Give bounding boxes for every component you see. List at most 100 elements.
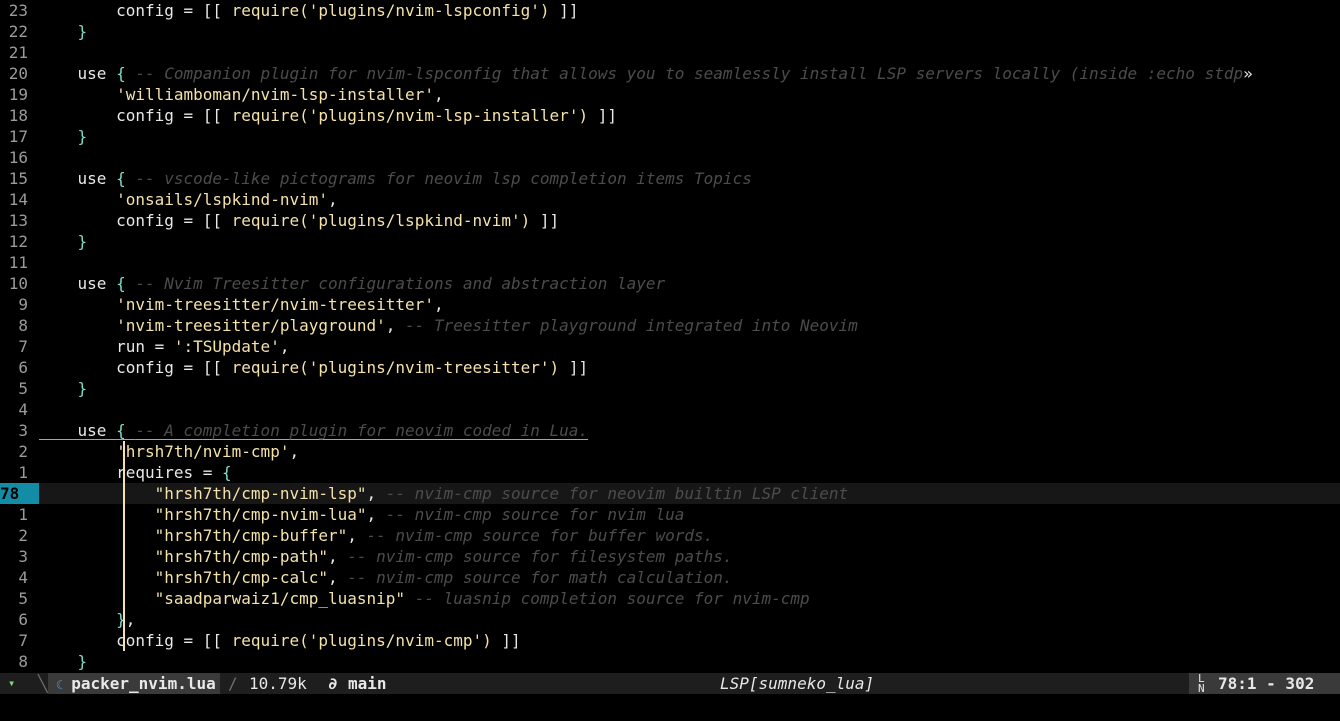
line-code: config = [[ require('plugins/nvim-lsp-in… <box>39 105 1340 126</box>
token-plain: config = [[ <box>39 358 232 377</box>
code-line[interactable]: 21 <box>0 42 1340 63</box>
line-code: "hrsh7th/cmp-nvim-lua", -- nvim-cmp sour… <box>39 504 1340 525</box>
code-line[interactable]: 8 } <box>0 651 1340 672</box>
token-str: "hrsh7th/cmp-buffer" <box>39 526 348 545</box>
code-line[interactable]: 23 config = [[ require('plugins/nvim-lsp… <box>0 0 1340 21</box>
code-line[interactable]: 2 "hrsh7th/cmp-buffer", -- nvim-cmp sour… <box>0 525 1340 546</box>
line-number: 78 <box>0 483 39 504</box>
code-line[interactable]: 4 "hrsh7th/cmp-calc", -- nvim-cmp source… <box>0 567 1340 588</box>
line-code: config = [[ require('plugins/nvim-lspcon… <box>39 0 1340 21</box>
lua-file-icon: ☾ <box>56 678 64 692</box>
token-plain: , <box>279 337 290 356</box>
token-plain: requires = <box>39 463 223 482</box>
cursor-line[interactable]: 78 "hrsh7th/cmp-nvim-lsp", -- nvim-cmp s… <box>0 483 1340 504</box>
token-plain: , <box>327 547 348 566</box>
code-line[interactable]: 2 'hrsh7th/nvim-cmp', <box>0 441 1340 462</box>
code-line[interactable]: 11 <box>0 252 1340 273</box>
token-comment: -- nvim-cmp source for nvim lua <box>385 505 685 524</box>
line-number: 3 <box>18 547 28 566</box>
line-number: 21 <box>8 43 28 62</box>
token-plain: , <box>327 568 348 587</box>
code-line[interactable]: 15 use { -- vscode-like pictograms for n… <box>0 168 1340 189</box>
code-line[interactable]: 16 <box>0 147 1340 168</box>
token-plain: run = <box>39 337 174 356</box>
token-fn: require <box>231 1 300 20</box>
token-fn: require <box>231 211 300 230</box>
line-code: } <box>39 378 1340 399</box>
token-kw: use <box>39 169 117 188</box>
token-punct: } <box>77 127 88 146</box>
token-comment: -- nvim-cmp source for math calculation. <box>347 568 733 587</box>
line-code: config = [[ require('plugins/nvim-cmp') … <box>39 630 1340 651</box>
token-punct: { <box>116 421 136 440</box>
token-fn: require <box>231 358 300 377</box>
line-code: use { -- Nvim Treesitter configurations … <box>39 273 1340 294</box>
code-line[interactable]: 10 use { -- Nvim Treesitter configuratio… <box>0 273 1340 294</box>
token-comment: -- luasnip completion source for nvim-cm… <box>414 589 810 608</box>
code-line[interactable]: 18 config = [[ require('plugins/nvim-lsp… <box>0 105 1340 126</box>
code-line[interactable]: 12 } <box>0 231 1340 252</box>
token-str: ':TSUpdate' <box>173 337 280 356</box>
token-str: 'nvim-treesitter/playground' <box>39 316 386 335</box>
token-punct: { <box>116 274 136 293</box>
token-punct: } <box>77 652 88 671</box>
line-code: "hrsh7th/cmp-calc", -- nvim-cmp source f… <box>39 567 1340 588</box>
statusline-filename-section: ☾ packer_nvim.lua <box>48 673 220 694</box>
line-code: 'williamboman/nvim-lsp-installer', <box>39 84 1340 105</box>
token-comment: -- Treesitter playground integrated into… <box>405 316 858 335</box>
line-code: } <box>39 651 1340 672</box>
file-size: 10.79k <box>249 674 307 693</box>
token-kw: use <box>39 64 117 83</box>
line-code: "hrsh7th/cmp-buffer", -- nvim-cmp source… <box>39 525 1340 546</box>
token-str: "hrsh7th/cmp-calc" <box>39 568 328 587</box>
code-line[interactable]: 8 'nvim-treesitter/playground', -- Trees… <box>0 315 1340 336</box>
code-line[interactable]: 7 run = ':TSUpdate', <box>0 336 1340 357</box>
code-line[interactable]: 9 'nvim-treesitter/nvim-treesitter', <box>0 294 1340 315</box>
code-line[interactable]: 22 } <box>0 21 1340 42</box>
token-plain: , <box>433 85 444 104</box>
line-code: use { -- vscode-like pictograms for neov… <box>39 168 1340 189</box>
line-code: "hrsh7th/cmp-nvim-lsp", -- nvim-cmp sour… <box>39 483 1340 504</box>
code-line[interactable]: 20 use { -- Companion plugin for nvim-ls… <box>0 63 1340 84</box>
line-number: 12 <box>8 232 28 251</box>
lsp-status: LSP[sumneko_lua] <box>720 674 875 693</box>
line-code: 'nvim-treesitter/nvim-treesitter', <box>39 294 1340 315</box>
line-number: 17 <box>8 127 28 146</box>
code-line[interactable]: 3 "hrsh7th/cmp-path", -- nvim-cmp source… <box>0 546 1340 567</box>
editor-buffer[interactable]: 2 3 config = [[ require('plugins/nvim-lsp… <box>0 0 1340 673</box>
code-line[interactable]: 1 requires = { <box>0 462 1340 483</box>
code-line[interactable]: 3 use { -- A completion plugin for neovi… <box>0 420 1340 441</box>
token-plain: , <box>347 526 367 545</box>
line-number: 15 <box>8 169 28 188</box>
code-line[interactable]: 7 config = [[ require('plugins/nvim-cmp'… <box>0 630 1340 651</box>
code-line[interactable]: 1 "hrsh7th/cmp-nvim-lua", -- nvim-cmp so… <box>0 504 1340 525</box>
line-code: run = ':TSUpdate', <box>39 336 1340 357</box>
token-str: "hrsh7th/cmp-nvim-lua" <box>39 505 367 524</box>
code-line[interactable]: 17 } <box>0 126 1340 147</box>
code-line[interactable]: 13 config = [[ require('plugins/lspkind-… <box>0 210 1340 231</box>
token-plain: , <box>433 295 444 314</box>
code-line[interactable]: 19 'williamboman/nvim-lsp-installer', <box>0 84 1340 105</box>
token-punct: { <box>222 463 232 482</box>
token-plain: ]] <box>530 211 560 230</box>
line-number: 5 <box>18 379 28 398</box>
token-str: "hrsh7th/cmp-path" <box>39 547 328 566</box>
code-line[interactable]: 6 }, <box>0 609 1340 630</box>
line-code: config = [[ require('plugins/lspkind-nvi… <box>39 210 1340 231</box>
token-str: "hrsh7th/cmp-nvim-lsp" <box>39 484 367 503</box>
line-number: 2 <box>18 442 28 461</box>
token-comment: -- A completion plugin for neovim coded … <box>135 421 589 440</box>
code-line[interactable]: 6 config = [[ require('plugins/nvim-tree… <box>0 357 1340 378</box>
code-line[interactable]: 14 'onsails/lspkind-nvim', <box>0 189 1340 210</box>
line-number: 1 <box>18 463 28 482</box>
command-line[interactable] <box>0 694 1340 721</box>
token-plain: , <box>289 442 300 461</box>
code-line[interactable]: 4 <box>0 399 1340 420</box>
token-comment: -- nvim-cmp source for buffer words. <box>366 526 714 545</box>
code-line[interactable]: 5 "saadparwaiz1/cmp_luasnip" -- luasnip … <box>0 588 1340 609</box>
code-line[interactable]: 5 } <box>0 378 1340 399</box>
line-code: } <box>39 231 1340 252</box>
token-kw: use <box>39 421 117 440</box>
